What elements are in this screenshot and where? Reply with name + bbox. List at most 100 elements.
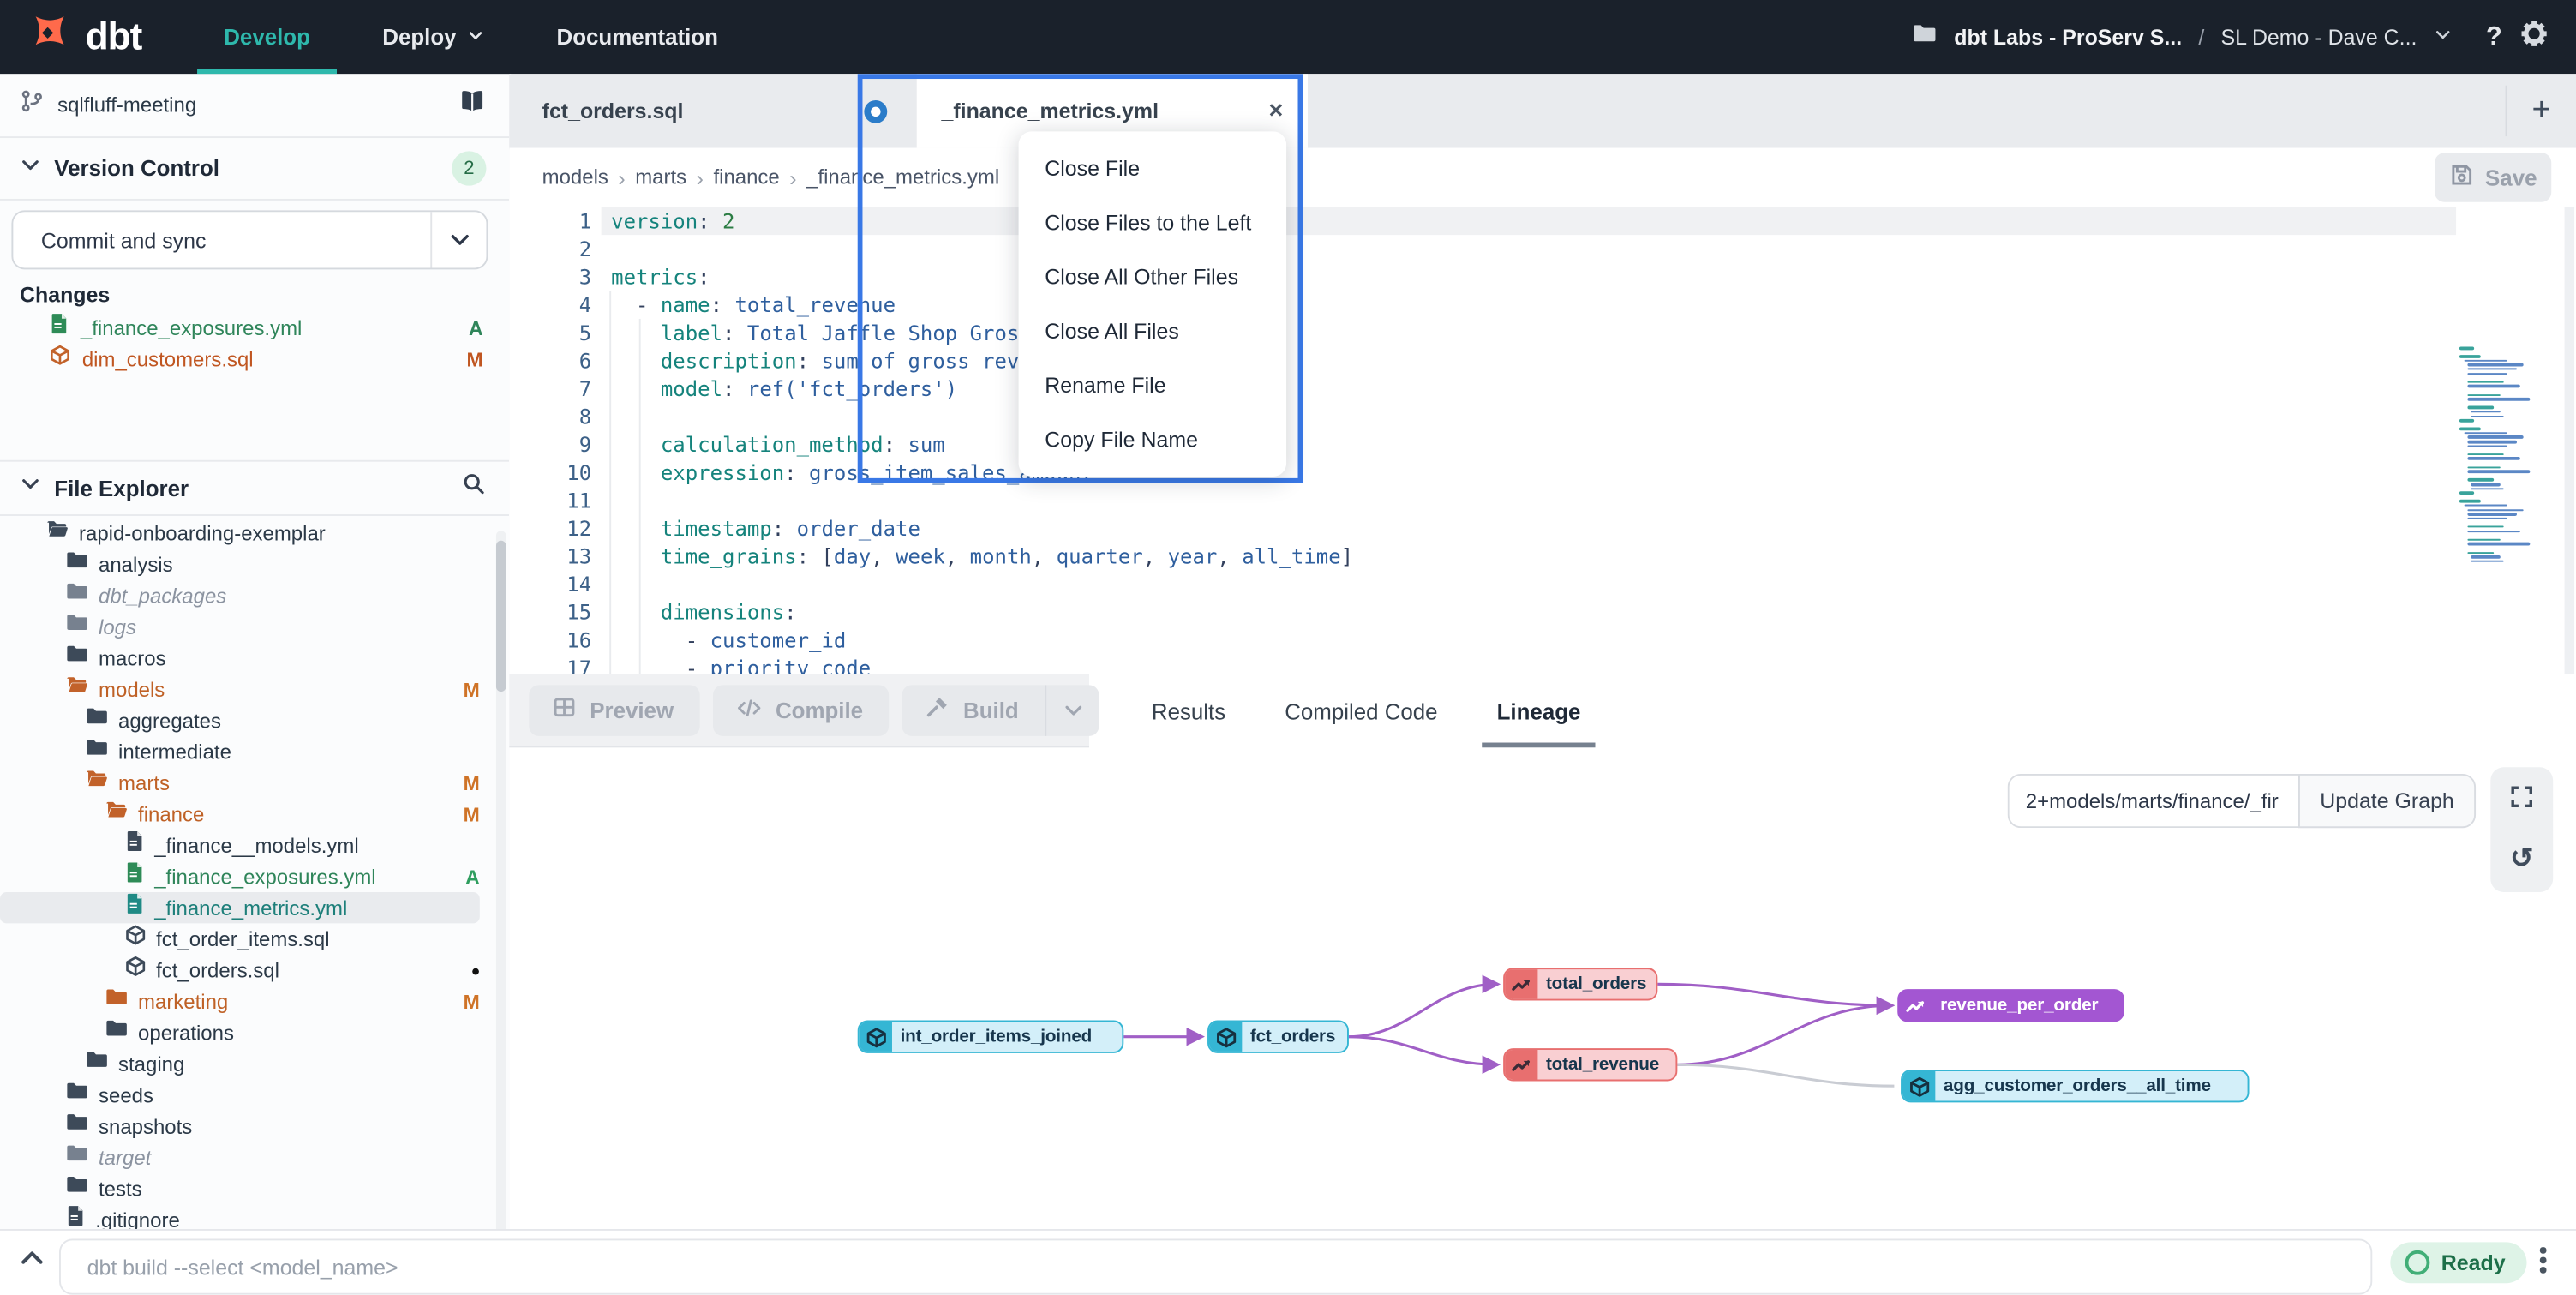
chevron-down-icon[interactable] (2434, 22, 2453, 52)
account-name[interactable]: dbt Labs - ProServ S... (1954, 25, 2182, 50)
docs-book-icon[interactable] (458, 89, 487, 122)
build-options-chevron[interactable] (1045, 684, 1099, 734)
code-line-14[interactable]: 14 (509, 570, 2576, 598)
kebab-menu-icon[interactable] (2526, 1240, 2559, 1280)
tree-item-intermediate[interactable]: intermediate (0, 736, 509, 767)
code-line-11[interactable]: 11 (509, 486, 2576, 514)
tree-item-fct_order_items.sql[interactable]: fct_order_items.sql (0, 923, 509, 954)
tree-item-seeds[interactable]: seeds (0, 1080, 509, 1111)
panel-tab-lineage[interactable]: Lineage (1479, 674, 1599, 749)
tree-item-_finance_exposures.yml[interactable]: _finance_exposures.ymlA (0, 861, 509, 892)
change-file-name: _finance_exposures.yml (81, 316, 509, 339)
context-menu-item-close-all-other-files[interactable]: Close All Other Files (1019, 249, 1286, 303)
tree-item-operations[interactable]: operations (0, 1017, 509, 1048)
lineage-node-total_revenue[interactable]: total_revenue (1503, 1048, 1677, 1081)
tree-item-staging[interactable]: staging (0, 1048, 509, 1079)
commit-and-sync-button[interactable]: Commit and sync (11, 210, 488, 269)
code-line-13[interactable]: 13 time_grains: [day, week, month, quart… (509, 543, 2576, 571)
context-menu-item-close-file[interactable]: Close File (1019, 141, 1286, 195)
dbt-command-input[interactable] (59, 1238, 2372, 1294)
lineage-node-total_orders[interactable]: total_orders (1503, 968, 1657, 1000)
save-button[interactable]: Save (2435, 153, 2551, 202)
tree-item-analysis[interactable]: analysis (0, 549, 509, 579)
code-line-4[interactable]: 4 - name: total_revenue (509, 291, 2576, 319)
dbt-logo[interactable]: dbt (0, 9, 141, 66)
line-code: - priority_code (611, 654, 871, 674)
editor-tab-fct_orders.sql[interactable]: fct_orders.sql (509, 74, 910, 147)
tree-item-dbt_packages[interactable]: dbt_packages (0, 580, 509, 611)
tree-item-target[interactable]: target (0, 1142, 509, 1172)
tree-item-aggregates[interactable]: aggregates (0, 704, 509, 735)
tree-item-finance[interactable]: financeM (0, 799, 509, 830)
tree-item-rapid-onboarding-exemplar[interactable]: rapid-onboarding-exemplar (0, 518, 509, 549)
code-line-15[interactable]: 15 dimensions: (509, 598, 2576, 627)
preview-button[interactable]: Preview (529, 684, 699, 734)
nav-item-develop[interactable]: Develop (188, 0, 346, 74)
tree-item-logs[interactable]: logs (0, 611, 509, 642)
code-line-9[interactable]: 9 calculation_method: sum (509, 430, 2576, 459)
change-row[interactable]: _finance_exposures.ymlA (0, 312, 509, 343)
editor-minimap[interactable] (2459, 347, 2535, 565)
gear-icon[interactable] (2519, 17, 2549, 57)
chevron-down-icon[interactable] (20, 153, 41, 183)
tree-item-_finance_metrics.yml[interactable]: _finance_metrics.yml (0, 892, 480, 923)
panel-tab-compiled-code[interactable]: Compiled Code (1267, 674, 1456, 749)
tree-item-fct_orders.sql[interactable]: fct_orders.sql• (0, 955, 509, 986)
file-explorer-header[interactable]: File Explorer (0, 460, 509, 516)
new-tab-button[interactable]: + (2507, 74, 2576, 147)
code-line-5[interactable]: 5 label: Total Jaffle Shop Gross Revenue (509, 319, 2576, 347)
breadcrumb-item[interactable]: finance (713, 166, 779, 189)
code-line-12[interactable]: 12 timestamp: order_date (509, 514, 2576, 543)
branch-name[interactable]: sqlfluff-meeting (57, 93, 445, 117)
code-line-3[interactable]: 3metrics: (509, 263, 2576, 291)
model-cube-icon (50, 344, 71, 375)
tree-item-tests[interactable]: tests (0, 1173, 509, 1204)
close-tab-icon[interactable]: × (1264, 97, 1288, 125)
build-button[interactable]: Build (902, 684, 1099, 734)
code-line-1[interactable]: 1version: 2 (509, 207, 2576, 236)
tree-item-models[interactable]: modelsM (0, 674, 509, 704)
nav-item-deploy[interactable]: Deploy (346, 0, 520, 74)
code-line-17[interactable]: 17 - priority_code (509, 654, 2576, 674)
line-number: 11 (525, 486, 591, 514)
breadcrumb-item[interactable]: marts (635, 166, 686, 189)
code-line-2[interactable]: 2 (509, 235, 2576, 263)
code-line-16[interactable]: 16 - customer_id (509, 626, 2576, 654)
lineage-node-revenue_per_order[interactable]: revenue_per_order (1897, 989, 2124, 1022)
chevron-up-icon[interactable] (18, 1244, 46, 1280)
compile-button[interactable]: Compile (713, 684, 890, 734)
code-editor[interactable]: 1version: 223metrics:4 - name: total_rev… (509, 207, 2576, 674)
project-name[interactable]: SL Demo - Dave C... (2220, 25, 2417, 50)
help-icon[interactable]: ? (2486, 22, 2502, 52)
search-icon[interactable] (462, 471, 487, 504)
line-number: 7 (525, 375, 591, 403)
tree-item-_finance__models.yml[interactable]: _finance__models.yml (0, 830, 509, 860)
sidebar-scrollbar-thumb[interactable] (496, 541, 506, 692)
tree-item-macros[interactable]: macros (0, 643, 509, 674)
panel-tab-results[interactable]: Results (1134, 674, 1243, 749)
nav-item-documentation[interactable]: Documentation (520, 0, 754, 74)
breadcrumb-item[interactable]: models (542, 166, 608, 189)
lineage-node-agg_customer_orders__all_time[interactable]: agg_customer_orders__all_time (1901, 1070, 2249, 1102)
tree-item-marketing[interactable]: marketingM (0, 986, 509, 1016)
tree-item-marts[interactable]: martsM (0, 767, 509, 798)
context-menu-item-close-all-files[interactable]: Close All Files (1019, 304, 1286, 358)
code-line-7[interactable]: 7 model: ref('fct_orders') (509, 375, 2576, 403)
context-menu-item-rename-file[interactable]: Rename File (1019, 358, 1286, 412)
code-line-10[interactable]: 10 expression: gross_item_sales_amount (509, 459, 2576, 487)
breadcrumb-item[interactable]: _finance_metrics.yml (806, 166, 999, 189)
tree-item-snapshots[interactable]: snapshots (0, 1111, 509, 1142)
code-line-8[interactable]: 8 (509, 403, 2576, 431)
lineage-node-int_order_items_joined[interactable]: int_order_items_joined (858, 1021, 1124, 1053)
commit-options-chevron[interactable] (430, 212, 486, 267)
editor-scrollbar[interactable] (2565, 207, 2575, 674)
context-menu-item-close-files-to-the-left[interactable]: Close Files to the Left (1019, 195, 1286, 249)
change-row[interactable]: dim_customers.sqlM (0, 344, 509, 375)
chevron-down-icon[interactable] (20, 473, 41, 503)
code-line-6[interactable]: 6 description: sum of gross revenue (509, 347, 2576, 375)
version-control-header[interactable]: Version Control 2 (0, 138, 509, 201)
context-menu-item-copy-file-name[interactable]: Copy File Name (1019, 412, 1286, 466)
tree-item-label: marketing (138, 990, 228, 1013)
tree-item-label: analysis (99, 553, 173, 576)
lineage-node-fct_orders[interactable]: fct_orders (1207, 1021, 1349, 1053)
